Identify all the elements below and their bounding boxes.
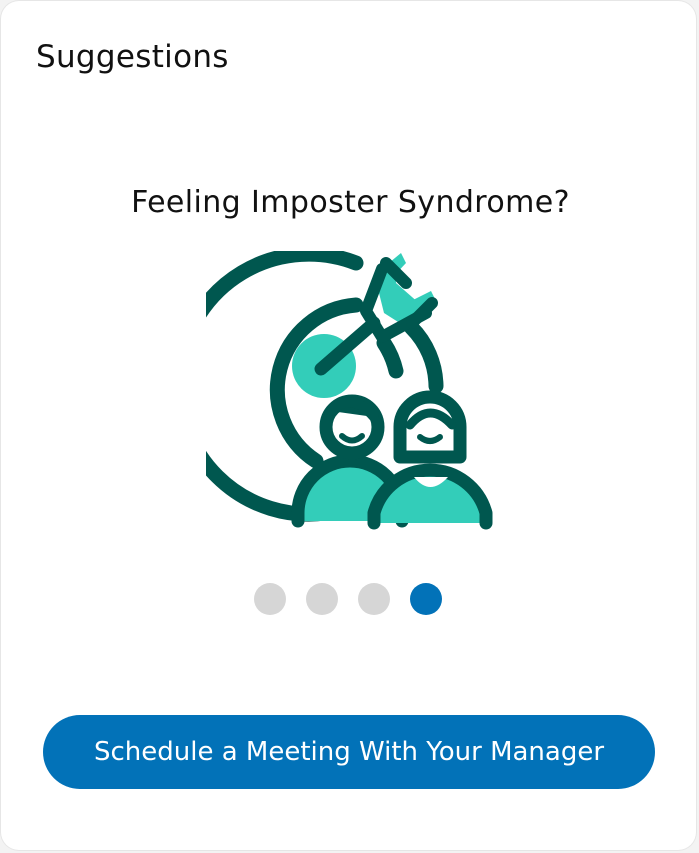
carousel-dot-4-active[interactable]	[410, 583, 442, 615]
suggestion-heading: Feeling Imposter Syndrome?	[131, 185, 570, 220]
schedule-meeting-button[interactable]: Schedule a Meeting With Your Manager	[43, 715, 655, 789]
carousel-dot-1[interactable]	[254, 583, 286, 615]
suggestions-card: Suggestions Feeling Imposter Syndrome? S…	[1, 1, 696, 850]
card-title: Suggestions	[36, 39, 229, 75]
carousel-pagination	[254, 583, 442, 615]
carousel-dot-2[interactable]	[306, 583, 338, 615]
carousel-dot-3[interactable]	[358, 583, 390, 615]
target-with-arrow-and-people-icon	[206, 251, 493, 530]
